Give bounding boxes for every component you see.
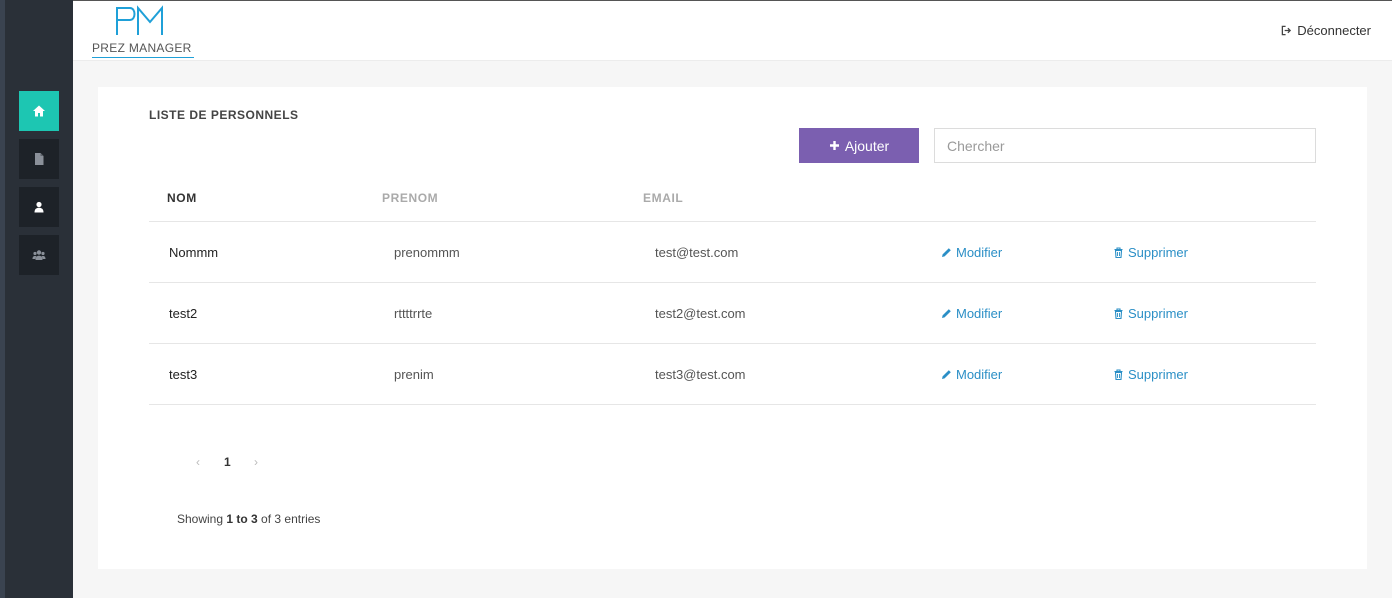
cell-prenom: prenommm — [394, 245, 460, 260]
top-header: PREZ MANAGER Déconnecter — [73, 0, 1392, 61]
pagination-next[interactable]: › — [254, 455, 258, 469]
cell-prenom: prenim — [394, 367, 434, 382]
trash-icon — [1114, 247, 1123, 258]
column-header-nom[interactable]: NOM — [167, 191, 197, 205]
file-icon — [35, 153, 44, 165]
cell-prenom: rttttrrte — [394, 306, 433, 321]
delete-label: Supprimer — [1128, 245, 1188, 260]
entries-info-range: 1 to 3 — [226, 512, 258, 526]
modify-link[interactable]: Modifier — [941, 306, 1002, 321]
table-row: test2 rttttrrte test2@test.com Modifier … — [149, 283, 1316, 344]
logout-button[interactable]: Déconnecter — [1281, 23, 1371, 38]
cell-nom: Nommm — [169, 245, 219, 260]
pagination-prev[interactable]: ‹ — [196, 455, 200, 469]
logo[interactable]: PREZ MANAGER — [92, 5, 194, 58]
page-title: LISTE DE PERSONNELS — [149, 108, 299, 122]
table-row: test3 prenim test3@test.com Modifier Sup… — [149, 344, 1316, 405]
personnel-card: LISTE DE PERSONNELS Ajouter NOM PRENOM E… — [98, 87, 1367, 569]
sidebar — [5, 0, 73, 598]
pencil-icon — [942, 370, 951, 379]
trash-icon — [1114, 308, 1123, 319]
column-header-prenom[interactable]: PRENOM — [382, 191, 438, 205]
entries-info: Showing 1 to 3 of 3 entries — [177, 512, 320, 526]
cell-email: test3@test.com — [655, 367, 746, 382]
modify-link[interactable]: Modifier — [941, 367, 1002, 382]
sidebar-item-documents[interactable] — [19, 139, 59, 179]
delete-link[interactable]: Supprimer — [1113, 245, 1188, 260]
modify-label: Modifier — [956, 367, 1003, 382]
sign-out-icon — [1282, 25, 1292, 36]
modify-label: Modifier — [956, 245, 1003, 260]
entries-info-suffix: of 3 entries — [257, 512, 321, 526]
delete-label: Supprimer — [1128, 367, 1188, 382]
table-row: Nommm prenommm test@test.com Modifier Su… — [149, 222, 1316, 283]
cell-email: test2@test.com — [655, 306, 746, 321]
logo-mark-icon — [116, 5, 163, 35]
cell-nom: test3 — [169, 367, 198, 382]
pencil-icon — [942, 309, 951, 318]
add-button-label: Ajouter — [844, 137, 890, 154]
logo-text: PREZ MANAGER — [92, 41, 194, 58]
sidebar-item-home[interactable] — [19, 91, 59, 131]
modify-label: Modifier — [956, 306, 1003, 321]
delete-link[interactable]: Supprimer — [1113, 367, 1188, 382]
logout-label: Déconnecter — [1297, 23, 1371, 38]
cell-email: test@test.com — [655, 245, 739, 260]
column-header-email[interactable]: EMAIL — [643, 191, 683, 205]
cell-nom: test2 — [169, 306, 198, 321]
users-icon — [32, 250, 46, 260]
delete-link[interactable]: Supprimer — [1113, 306, 1188, 321]
entries-info-prefix: Showing — [177, 512, 227, 526]
search-input[interactable] — [934, 128, 1316, 163]
user-icon — [34, 201, 44, 213]
sidebar-item-users[interactable] — [19, 235, 59, 275]
trash-icon — [1114, 369, 1123, 380]
home-icon — [33, 105, 45, 117]
add-button[interactable]: Ajouter — [799, 128, 919, 163]
modify-link[interactable]: Modifier — [941, 245, 1002, 260]
sidebar-item-user[interactable] — [19, 187, 59, 227]
plus-icon — [829, 141, 839, 150]
pencil-icon — [942, 248, 951, 257]
pagination-page-1[interactable]: 1 — [224, 455, 231, 469]
delete-label: Supprimer — [1128, 306, 1188, 321]
